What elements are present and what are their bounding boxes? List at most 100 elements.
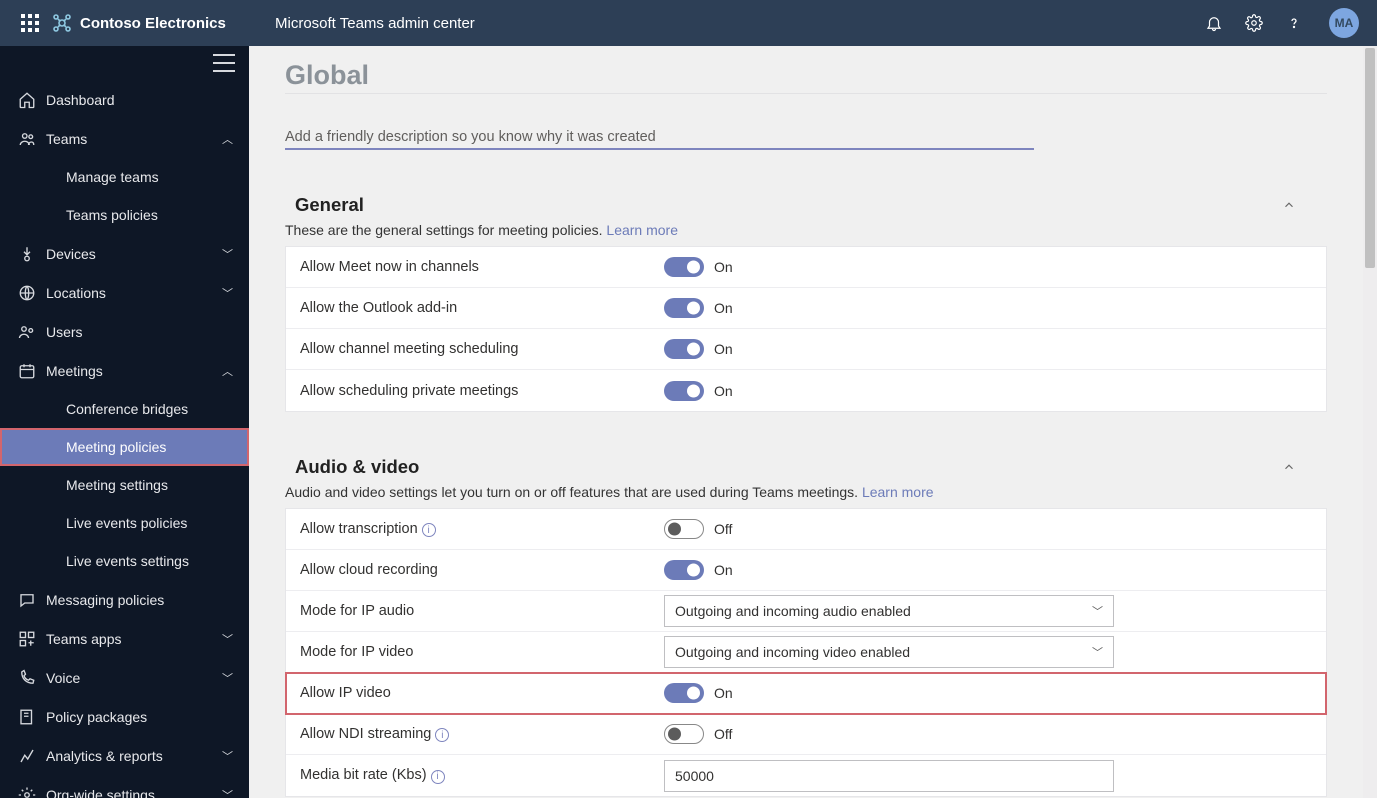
- sidebar-item-live-events-policies[interactable]: Live events policies: [0, 504, 249, 542]
- toggle-state: On: [714, 259, 733, 275]
- collapse-section-icon[interactable]: [1281, 459, 1297, 475]
- sidebar-item-teams-policies[interactable]: Teams policies: [0, 196, 249, 234]
- chevron-down-icon: ﹀: [1092, 644, 1103, 660]
- user-avatar[interactable]: MA: [1329, 8, 1359, 38]
- sidebar-item-manage-teams[interactable]: Manage teams: [0, 158, 249, 196]
- row-allow-ndi: Allow NDI streamingi Off: [286, 714, 1326, 755]
- toggle-allow-private-scheduling[interactable]: [664, 381, 704, 401]
- sidebar-item-teams-apps[interactable]: Teams apps ﹀: [0, 619, 249, 658]
- notifications-icon[interactable]: [1203, 12, 1225, 34]
- sidebar-item-meeting-settings[interactable]: Meeting settings: [0, 466, 249, 504]
- scrollbar-thumb[interactable]: [1365, 48, 1375, 268]
- settings-icon[interactable]: [1243, 12, 1265, 34]
- toggle-allow-transcription[interactable]: [664, 519, 704, 539]
- info-icon[interactable]: i: [422, 523, 436, 537]
- row-allow-ip-video: Allow IP video On: [286, 673, 1326, 714]
- app-title: Microsoft Teams admin center: [275, 15, 475, 32]
- row-label: Allow transcriptioni: [300, 521, 664, 538]
- header-right: MA: [1203, 8, 1367, 38]
- sidebar: Dashboard Teams ︿ Manage teams Teams pol…: [0, 46, 249, 798]
- row-label: Media bit rate (Kbs)i: [300, 767, 664, 784]
- sidebar-item-meetings[interactable]: Meetings ︿: [0, 351, 249, 390]
- top-header: Contoso Electronics Microsoft Teams admi…: [0, 0, 1377, 46]
- apps-icon: [14, 630, 40, 648]
- nav-label: Devices: [46, 246, 222, 262]
- row-allow-channel-scheduling: Allow channel meeting scheduling On: [286, 329, 1326, 370]
- info-icon[interactable]: i: [435, 728, 449, 742]
- sidebar-item-users[interactable]: Users: [0, 312, 249, 351]
- row-label: Allow Meet now in channels: [300, 259, 664, 275]
- row-label: Allow scheduling private meetings: [300, 383, 664, 399]
- learn-more-link[interactable]: Learn more: [606, 222, 678, 238]
- row-label: Allow cloud recording: [300, 562, 664, 578]
- sidebar-item-locations[interactable]: Locations ﹀: [0, 273, 249, 312]
- row-label: Mode for IP video: [300, 644, 664, 660]
- section-description: Audio and video settings let you turn on…: [285, 484, 1327, 500]
- sidebar-item-teams[interactable]: Teams ︿: [0, 119, 249, 158]
- toggle-allow-cloud-recording[interactable]: [664, 560, 704, 580]
- select-ip-audio-mode[interactable]: Outgoing and incoming audio enabled﹀: [664, 595, 1114, 627]
- nav-label: Teams policies: [66, 207, 158, 223]
- row-label: Allow NDI streamingi: [300, 726, 664, 743]
- sidebar-item-live-events-settings[interactable]: Live events settings: [0, 542, 249, 580]
- toggle-allow-outlook-addin[interactable]: [664, 298, 704, 318]
- nav-label: Locations: [46, 285, 222, 301]
- section-description: These are the general settings for meeti…: [285, 222, 1327, 238]
- general-card: Allow Meet now in channels On Allow the …: [285, 246, 1327, 412]
- nav-label: Meetings: [46, 363, 222, 379]
- app-launcher-icon[interactable]: [10, 0, 50, 46]
- select-value: Outgoing and incoming video enabled: [675, 644, 910, 660]
- collapse-sidebar-icon[interactable]: [213, 54, 235, 72]
- sidebar-item-policy-packages[interactable]: Policy packages: [0, 697, 249, 736]
- select-ip-video-mode[interactable]: Outgoing and incoming video enabled ﹀: [664, 636, 1114, 668]
- brand-logo-icon: [52, 13, 72, 33]
- chevron-down-icon: ﹀: [222, 285, 233, 301]
- nav-label: Live events settings: [66, 553, 189, 569]
- row-ip-audio-mode: Mode for IP audio Outgoing and incoming …: [286, 591, 1326, 632]
- toggle-state: On: [714, 300, 733, 316]
- row-label: Allow channel meeting scheduling: [300, 341, 664, 357]
- chevron-up-icon: ︿: [222, 363, 233, 379]
- nav-label: Users: [46, 324, 249, 340]
- description-input[interactable]: [285, 126, 1034, 150]
- row-allow-private-scheduling: Allow scheduling private meetings On: [286, 370, 1326, 411]
- row-label: Mode for IP audio: [300, 603, 664, 619]
- chevron-down-icon: ﹀: [222, 670, 233, 686]
- help-icon[interactable]: [1283, 12, 1305, 34]
- collapse-section-icon[interactable]: [1281, 197, 1297, 213]
- row-ip-video-mode: Mode for IP video Outgoing and incoming …: [286, 632, 1326, 673]
- scrollbar[interactable]: [1363, 46, 1377, 798]
- info-icon[interactable]: i: [431, 770, 445, 784]
- sidebar-item-voice[interactable]: Voice ﹀: [0, 658, 249, 697]
- sidebar-item-org-settings[interactable]: Org-wide settings ﹀: [0, 775, 249, 798]
- select-value: Outgoing and incoming audio enabled: [675, 603, 911, 619]
- sidebar-item-devices[interactable]: Devices ﹀: [0, 234, 249, 273]
- learn-more-link[interactable]: Learn more: [862, 484, 934, 500]
- toggle-allow-meet-now[interactable]: [664, 257, 704, 277]
- sidebar-item-analytics[interactable]: Analytics & reports ﹀: [0, 736, 249, 775]
- sidebar-item-messaging-policies[interactable]: Messaging policies: [0, 580, 249, 619]
- toggle-state: Off: [714, 521, 732, 537]
- toggle-allow-ndi[interactable]: [664, 724, 704, 744]
- row-media-bitrate: Media bit rate (Kbs)i: [286, 755, 1326, 796]
- input-media-bitrate[interactable]: [664, 760, 1114, 792]
- brand: Contoso Electronics: [52, 13, 247, 33]
- section-title: General: [295, 194, 364, 216]
- nav-label: Messaging policies: [46, 592, 249, 608]
- globe-icon: [14, 284, 40, 302]
- chevron-down-icon: ﹀: [222, 787, 233, 798]
- nav-label: Conference bridges: [66, 401, 188, 417]
- toggle-allow-channel-scheduling[interactable]: [664, 339, 704, 359]
- sidebar-item-dashboard[interactable]: Dashboard: [0, 80, 249, 119]
- section-title: Audio & video: [295, 456, 419, 478]
- teams-icon: [14, 130, 40, 148]
- toggle-state: On: [714, 685, 733, 701]
- chevron-up-icon: ︿: [222, 131, 233, 147]
- nav-label: Meeting settings: [66, 477, 168, 493]
- nav-label: Live events policies: [66, 515, 187, 531]
- row-allow-cloud-recording: Allow cloud recording On: [286, 550, 1326, 591]
- row-label: Allow the Outlook add-in: [300, 300, 664, 316]
- sidebar-item-conference-bridges[interactable]: Conference bridges: [0, 390, 249, 428]
- sidebar-item-meeting-policies[interactable]: Meeting policies: [0, 428, 249, 466]
- toggle-allow-ip-video[interactable]: [664, 683, 704, 703]
